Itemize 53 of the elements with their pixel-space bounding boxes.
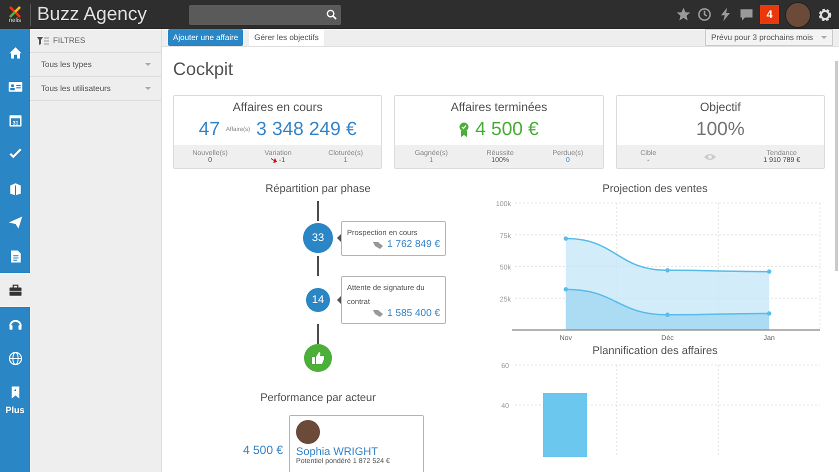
thumbs-up-icon <box>304 344 332 372</box>
phase-count: 33 <box>303 223 333 254</box>
manage-goals-button[interactable]: Gérer les objectifs <box>249 29 324 46</box>
chat-icon[interactable] <box>739 7 754 22</box>
filter-title: FILTRES <box>53 36 86 45</box>
award-icon <box>459 122 470 138</box>
kpi-amount: 4 500 € <box>475 118 539 140</box>
period-dropdown[interactable]: Prévu pour 3 prochains mois <box>705 29 833 46</box>
globe-icon <box>8 350 22 366</box>
deal-count: 47 <box>198 118 220 140</box>
bolt-icon[interactable] <box>718 7 733 22</box>
actor-name[interactable]: Sophia WRIGHT <box>296 446 418 458</box>
tag-icon <box>372 309 384 318</box>
trend-down-icon <box>270 157 277 163</box>
phase-amount: 1 762 849 € <box>387 239 440 251</box>
caret-icon <box>145 87 151 90</box>
actor-avatar <box>296 420 320 444</box>
add-deal-button[interactable]: Ajouter une affaire <box>168 29 244 46</box>
kpi-title: Affaires en cours <box>232 99 324 114</box>
kpi-title: Affaires terminées <box>450 99 548 114</box>
kpi-percent: 100% <box>696 118 745 140</box>
home-icon <box>8 44 22 60</box>
actor-amount: 4 500 € <box>243 443 284 457</box>
search-field[interactable] <box>188 4 341 24</box>
notification-badge[interactable]: 4 <box>760 5 779 24</box>
caret-icon <box>821 36 827 39</box>
star-icon[interactable] <box>676 7 691 22</box>
section-title: Performance par acteur <box>259 392 377 404</box>
briefcase-icon <box>8 282 22 298</box>
chart-title: Projection des ventes <box>601 183 709 195</box>
scrollbar[interactable] <box>835 61 838 271</box>
kpi-title: Objectif <box>698 99 742 114</box>
app-title: Buzz Agency <box>30 4 147 26</box>
section-title: Répartition par phase <box>264 183 372 195</box>
caret-icon <box>145 63 151 66</box>
logo-icon <box>8 6 22 18</box>
phase-amount: 1 585 400 € <box>387 308 440 320</box>
search-icon <box>326 9 337 20</box>
more-link[interactable]: Plus <box>5 405 24 415</box>
settings-icon[interactable] <box>817 6 833 22</box>
page-title: Cockpit <box>173 59 234 80</box>
filter-icon <box>37 36 49 44</box>
filter-dropdown[interactable]: Tous les utilisateurs <box>30 77 161 101</box>
phase-count: 14 <box>306 288 330 312</box>
tag-icon <box>372 240 384 250</box>
kpi-amount: 3 348 249 € <box>256 118 357 140</box>
chart-title: Plannification des affaires <box>591 345 719 357</box>
nav-item[interactable] <box>0 273 30 307</box>
filter-dropdown[interactable]: Tous les types <box>30 53 161 77</box>
documents-icon <box>8 180 22 196</box>
user-avatar[interactable] <box>785 2 811 28</box>
history-icon[interactable] <box>697 7 712 22</box>
send-icon <box>8 214 22 230</box>
